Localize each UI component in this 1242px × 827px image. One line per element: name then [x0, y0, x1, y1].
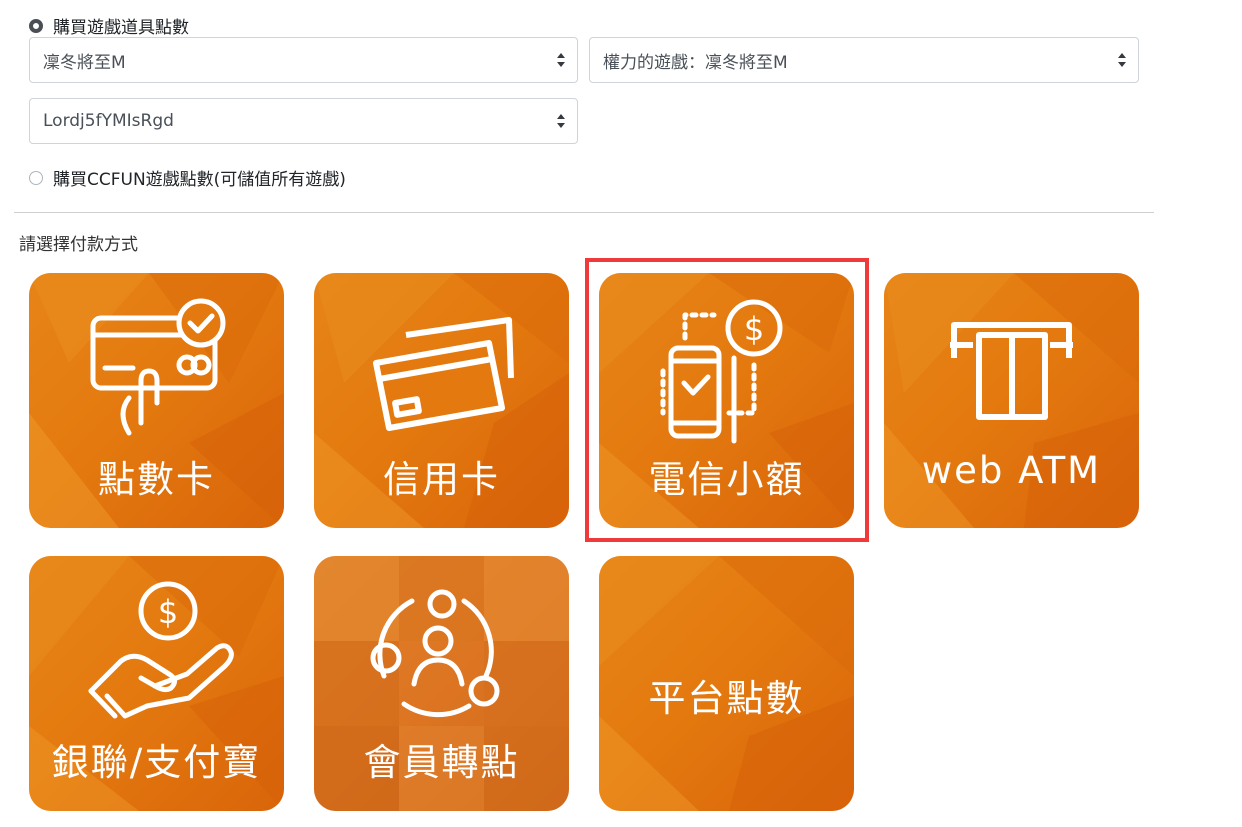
payment-method-label: 點數卡	[98, 458, 215, 501]
radio-button-ccfun-points[interactable]	[29, 170, 43, 185]
payment-method-unionpay-alipay[interactable]: $ 銀聯/支付寶	[29, 556, 284, 811]
select-caret-icon	[557, 53, 565, 67]
radio-label-ccfun-points: 購買CCFUN遊戲點數(可儲值所有遊戲)	[53, 170, 346, 190]
payment-method-member-transfer[interactable]: 會員轉點	[314, 556, 569, 811]
payment-method-web-atm[interactable]: web ATM	[884, 273, 1139, 528]
payment-method-label: web ATM	[921, 449, 1102, 492]
payment-method-label: 會員轉點	[363, 741, 520, 784]
select-caret-icon	[1118, 53, 1126, 67]
payment-method-platform-points[interactable]: 平台點數	[599, 556, 854, 811]
payment-method-point-card[interactable]: 點數卡	[29, 273, 284, 528]
radio-item-points[interactable]: 購買遊戲道具點數	[29, 13, 189, 38]
payment-method-credit-card[interactable]: 信用卡	[314, 273, 569, 528]
character-select-value: Lordj5fYMIsRgd	[43, 111, 174, 131]
game-select[interactable]: 權力的遊戲：凜冬將至M	[589, 37, 1139, 83]
character-select[interactable]: Lordj5fYMIsRgd	[29, 98, 578, 144]
selected-method-highlight	[585, 258, 869, 542]
select-caret-icon	[557, 114, 565, 128]
radio-label-item-points: 購買遊戲道具點數	[53, 18, 189, 38]
server-select-value: 凜冬將至M	[43, 52, 126, 73]
radio-ccfun-points[interactable]: 購買CCFUN遊戲點數(可儲值所有遊戲)	[29, 165, 346, 190]
payment-section-title: 請選擇付款方式	[19, 235, 138, 255]
payment-method-label: 平台點數	[648, 677, 805, 720]
game-select-value: 權力的遊戲：凜冬將至M	[603, 52, 788, 73]
payment-method-label: 銀聯/支付寶	[51, 741, 262, 784]
payment-method-label: 信用卡	[383, 458, 500, 501]
section-divider	[14, 212, 1154, 213]
server-select[interactable]: 凜冬將至M	[29, 37, 578, 83]
svg-text:$: $	[158, 593, 178, 631]
radio-button-item-points[interactable]	[29, 18, 43, 33]
